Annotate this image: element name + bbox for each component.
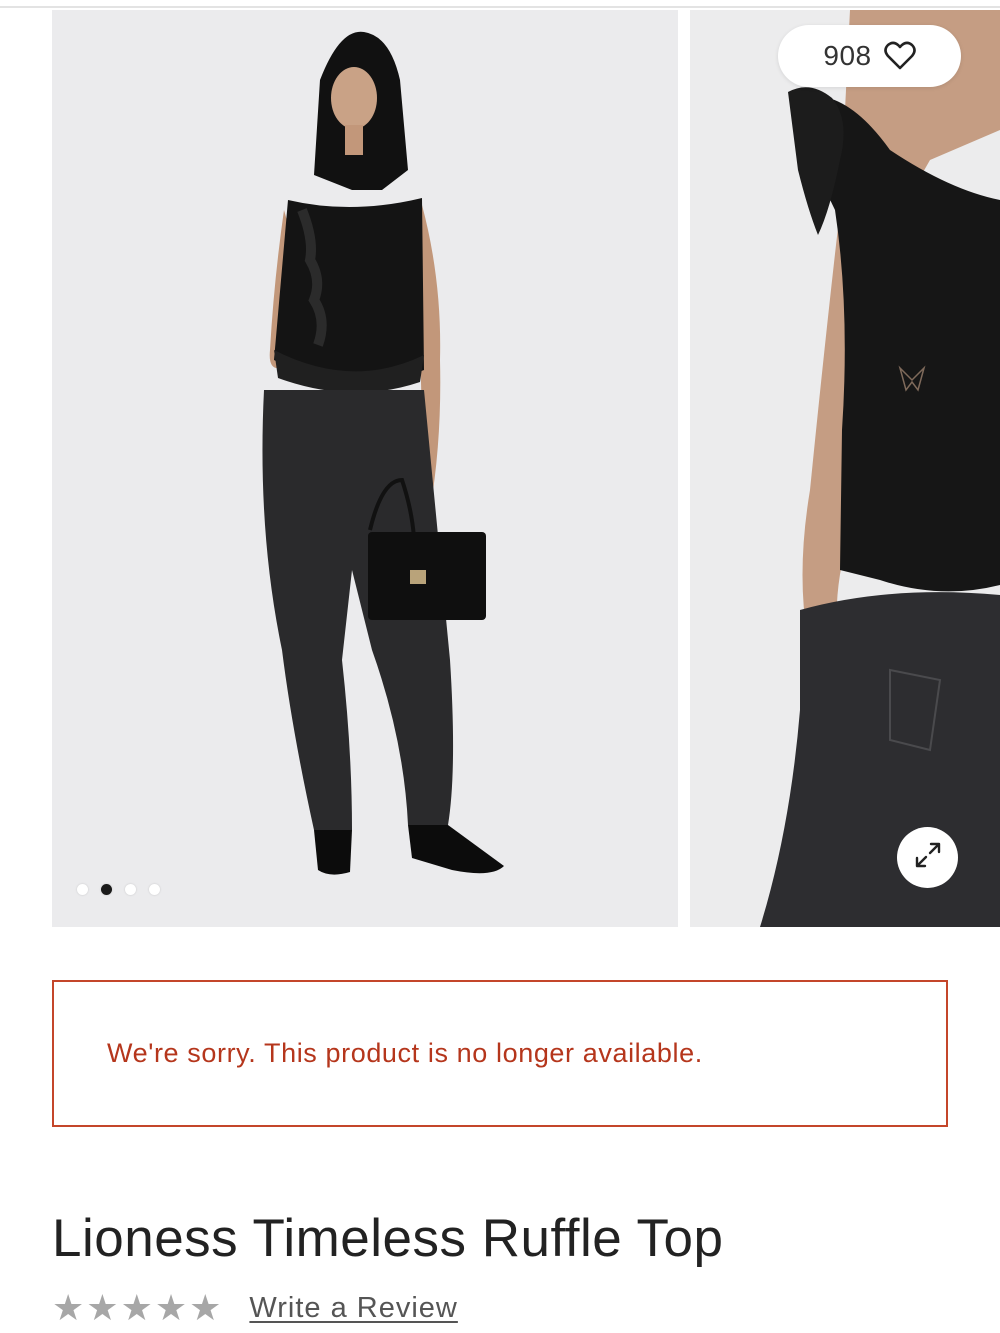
star-icon: ★ bbox=[120, 1287, 153, 1328]
gallery-dot-1[interactable] bbox=[77, 884, 88, 895]
gallery-dot-3[interactable] bbox=[125, 884, 136, 895]
star-icon: ★ bbox=[86, 1287, 119, 1328]
star-icon: ★ bbox=[52, 1287, 85, 1328]
favorite-count: 908 bbox=[823, 40, 872, 71]
product-image-detail[interactable] bbox=[690, 10, 1000, 927]
gallery-dot-4[interactable] bbox=[149, 884, 160, 895]
heart-outline-icon bbox=[883, 41, 916, 71]
model-closeup-image bbox=[690, 10, 1000, 927]
gallery-pagination bbox=[77, 884, 160, 895]
top-divider bbox=[0, 0, 1000, 8]
model-full-body-image bbox=[52, 10, 678, 927]
expand-arrows-icon bbox=[911, 838, 945, 877]
product-image-gallery[interactable]: 908 bbox=[52, 10, 1000, 927]
product-title: Lioness Timeless Ruffle Top bbox=[52, 1209, 724, 1268]
product-image-main[interactable] bbox=[52, 10, 678, 927]
star-rating[interactable]: ★ ★ ★ ★ ★ bbox=[52, 1290, 221, 1326]
gallery-dot-2[interactable] bbox=[101, 884, 112, 895]
unavailable-message: We're sorry. This product is no longer a… bbox=[107, 1038, 703, 1068]
star-icon: ★ bbox=[154, 1287, 188, 1328]
write-review-link[interactable]: Write a Review bbox=[249, 1292, 457, 1325]
favorite-button[interactable]: 908 bbox=[778, 25, 961, 87]
unavailable-notice: We're sorry. This product is no longer a… bbox=[52, 980, 948, 1127]
rating-row: ★ ★ ★ ★ ★ Write a Review bbox=[52, 1290, 458, 1326]
star-icon: ★ bbox=[189, 1287, 222, 1328]
expand-image-button[interactable] bbox=[897, 827, 958, 888]
